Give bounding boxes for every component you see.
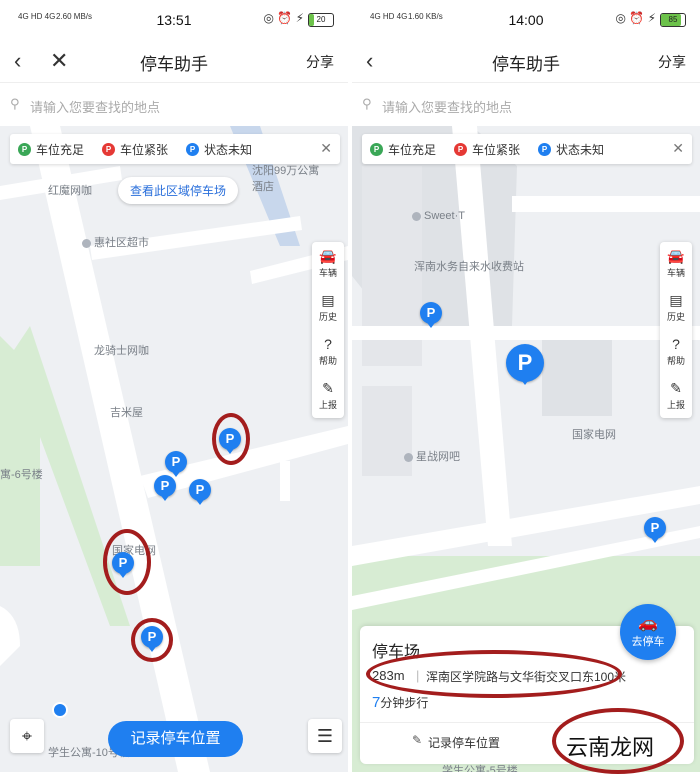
close-legend-icon[interactable]: ✕ [320,140,332,157]
crosshair-icon: ⌖ [21,726,33,746]
legend-item: P 车位紧张 [454,141,520,158]
parking-red-icon: P [454,143,467,156]
walk-time: 7分钟步行 [372,694,429,711]
poi-icon [412,211,421,221]
parking-green-icon: P [370,143,383,156]
status-legend: P 车位充足 P 车位紧张 P 状态未知 ✕ [362,134,692,164]
poi-label: 龙骑士网咖 [94,345,149,357]
tool-vehicle[interactable]: 🚘 车辆 [312,242,344,286]
search-bar[interactable]: ⚲ 请输入您要查找的地点 [352,82,700,127]
status-bar: 4G HD 4G 2.60 MB/s 13:51 ◎ ⏰ ⚡ 20 [0,0,348,40]
tool-history[interactable]: ▤ 历史 [660,286,692,330]
search-placeholder: 请输入您要查找的地点 [30,100,161,115]
poi-label: 浑南水务自来水收费站 [414,261,524,273]
parking-red-icon: P [102,143,115,156]
legend-item: P 状态未知 [538,141,604,158]
tool-report[interactable]: ✎ 上报 [312,374,344,418]
poi-label: 星战网吧 [404,448,460,464]
map[interactable]: 红魔网咖 惠社区超市 龙骑士网咖 吉米屋 国家电网 学生公寓-10号楼 沈阳99… [0,126,348,772]
page-title: 停车助手 [140,55,208,74]
poi-label: 寓-6号楼 [0,469,43,481]
poi-label: Sweet·T [412,210,465,222]
battery-icon: 20 [308,13,334,27]
poi-label: 沈阳99万公寓酒店 [252,165,320,193]
highlight-ring [212,413,250,465]
go-park-button[interactable]: 🚗 去停车 [620,604,676,660]
car-icon: 🚘 [667,248,685,264]
parking-blue-icon: P [186,143,199,156]
car-icon: 🚗 [638,615,658,632]
poi-icon [82,238,91,248]
status-icons: ◎ ⏰ ⚡ [263,11,304,25]
help-icon: ? [324,336,332,352]
search-placeholder: 请输入您要查找的地点 [382,100,513,115]
parking-green-icon: P [18,143,31,156]
tool-history[interactable]: ▤ 历史 [312,286,344,330]
history-icon: ▤ [669,292,683,308]
share-button[interactable]: 分享 [658,52,686,72]
locate-button[interactable]: ⌖ [10,719,44,753]
search-icon: ⚲ [362,96,372,111]
map-roads [0,126,348,772]
record-parking-button[interactable]: 记录停车位置 [108,721,243,757]
status-icons: ◎ ⏰ ⚡ [615,11,656,25]
view-area-parking-button[interactable]: 查看此区域停车场 [118,177,239,204]
report-icon: ✎ [322,380,334,396]
battery-icon: 85 [660,13,686,27]
share-button[interactable]: 分享 [306,52,334,72]
status-bar: 4G HD 4G 1.60 KB/s 14:00 ◎ ⏰ ⚡ 85 [352,0,700,40]
help-icon: ? [672,336,680,352]
history-icon: ▤ [321,292,335,308]
watermark-logo: 云南龙网 [566,736,655,761]
legend-item: P 车位紧张 [102,141,168,158]
search-bar[interactable]: ⚲ 请输入您要查找的地点 [0,82,348,127]
record-parking-link[interactable]: 记录停车位置 [428,734,500,751]
highlight-ring [103,529,151,595]
tool-vehicle[interactable]: 🚘 车辆 [660,242,692,286]
highlight-ring [131,618,173,662]
tool-help[interactable]: ? 帮助 [312,330,344,374]
poi-label: 惠社区超市 [82,234,149,250]
tool-help[interactable]: ? 帮助 [660,330,692,374]
nav-bar: ‹ ✕ 停车助手 分享 [0,40,348,82]
my-location-marker [52,702,68,718]
page-title: 停车助手 [492,55,560,74]
list-button[interactable]: ☰ [308,719,342,753]
poi-label: 吉米屋 [110,407,143,419]
search-icon: ⚲ [10,96,20,111]
highlight-ring [366,650,622,698]
legend-item: P 状态未知 [186,141,252,158]
edit-icon: ✎ [412,733,423,747]
left-screen: 4G HD 4G 2.60 MB/s 13:51 ◎ ⏰ ⚡ 20 ‹ ✕ 停车… [0,0,348,772]
legend-item: P 车位充足 [370,141,436,158]
nav-bar: ‹ 停车助手 分享 [352,40,700,82]
map-toolbar: 🚘 车辆 ▤ 历史 ? 帮助 ✎ 上报 [312,242,344,418]
poi-icon [404,452,413,462]
car-icon: 🚘 [319,248,337,264]
legend-item: P 车位充足 [18,141,84,158]
map-toolbar: 🚘 车辆 ▤ 历史 ? 帮助 ✎ 上报 [660,242,692,418]
status-legend: P 车位充足 P 车位紧张 P 状态未知 ✕ [10,134,340,164]
parking-blue-icon: P [538,143,551,156]
poi-label: 国家电网 [572,429,616,441]
report-icon: ✎ [670,380,682,396]
list-icon: ☰ [316,726,334,746]
close-legend-icon[interactable]: ✕ [672,140,684,157]
poi-label: 红魔网咖 [48,185,92,197]
tool-report[interactable]: ✎ 上报 [660,374,692,418]
